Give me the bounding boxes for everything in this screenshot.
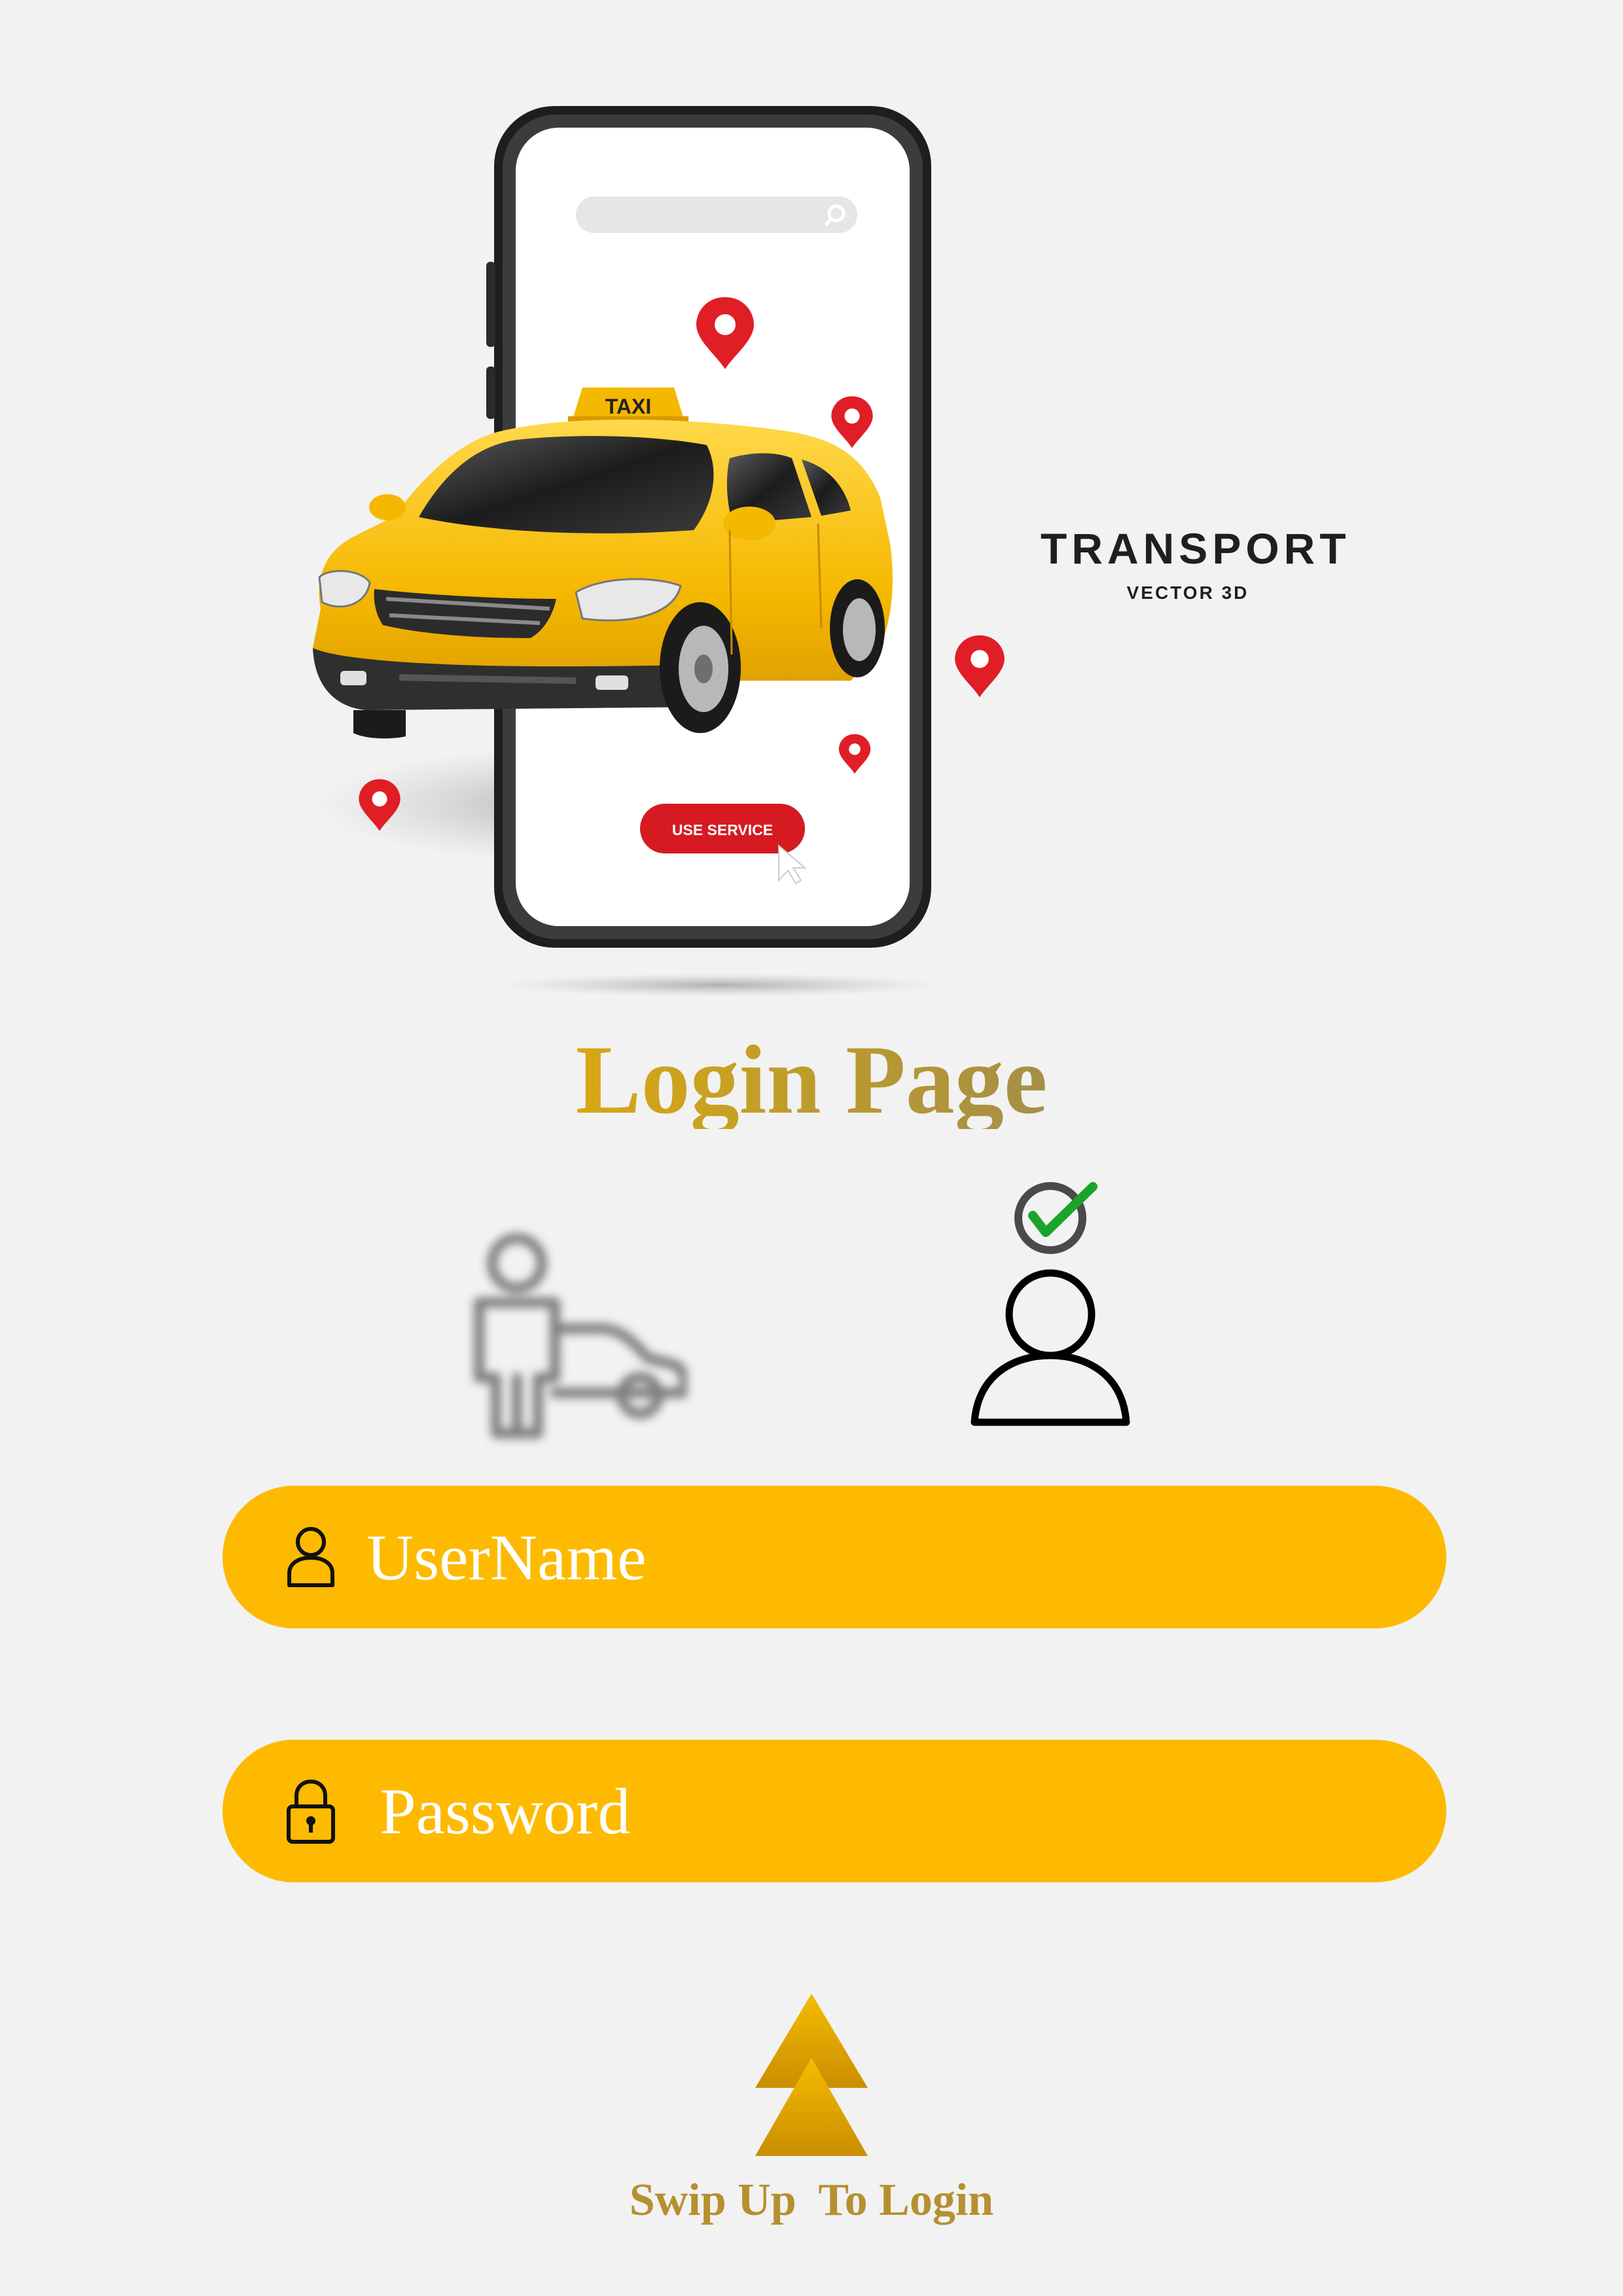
lock-icon <box>287 1779 335 1844</box>
username-input[interactable] <box>366 1501 1387 1613</box>
brand-subtitle: VECTOR 3D <box>1126 583 1249 603</box>
user-icon <box>971 1269 1130 1426</box>
driver-with-car-icon <box>474 1233 690 1439</box>
swipe-up-label: Swip Up To Login <box>629 2175 994 2225</box>
role-user-option[interactable] <box>962 1175 1139 1437</box>
user-icon <box>287 1527 334 1587</box>
svg-text:TAXI: TAXI <box>605 395 652 418</box>
password-field[interactable] <box>223 1740 1446 1882</box>
hero-illustration: USE SERVICE TAXI <box>313 106 1005 997</box>
swipe-up-arrow[interactable] <box>753 1990 870 2160</box>
username-field[interactable] <box>223 1486 1446 1628</box>
double-arrow-up-icon <box>755 1994 868 2156</box>
page-title: Login Page <box>0 1031 1623 1129</box>
role-driver-option[interactable] <box>465 1224 690 1440</box>
brand-title: TRANSPORT <box>1041 524 1351 573</box>
svg-text:USE SERVICE: USE SERVICE <box>672 821 773 838</box>
password-input[interactable] <box>380 1755 1400 1867</box>
